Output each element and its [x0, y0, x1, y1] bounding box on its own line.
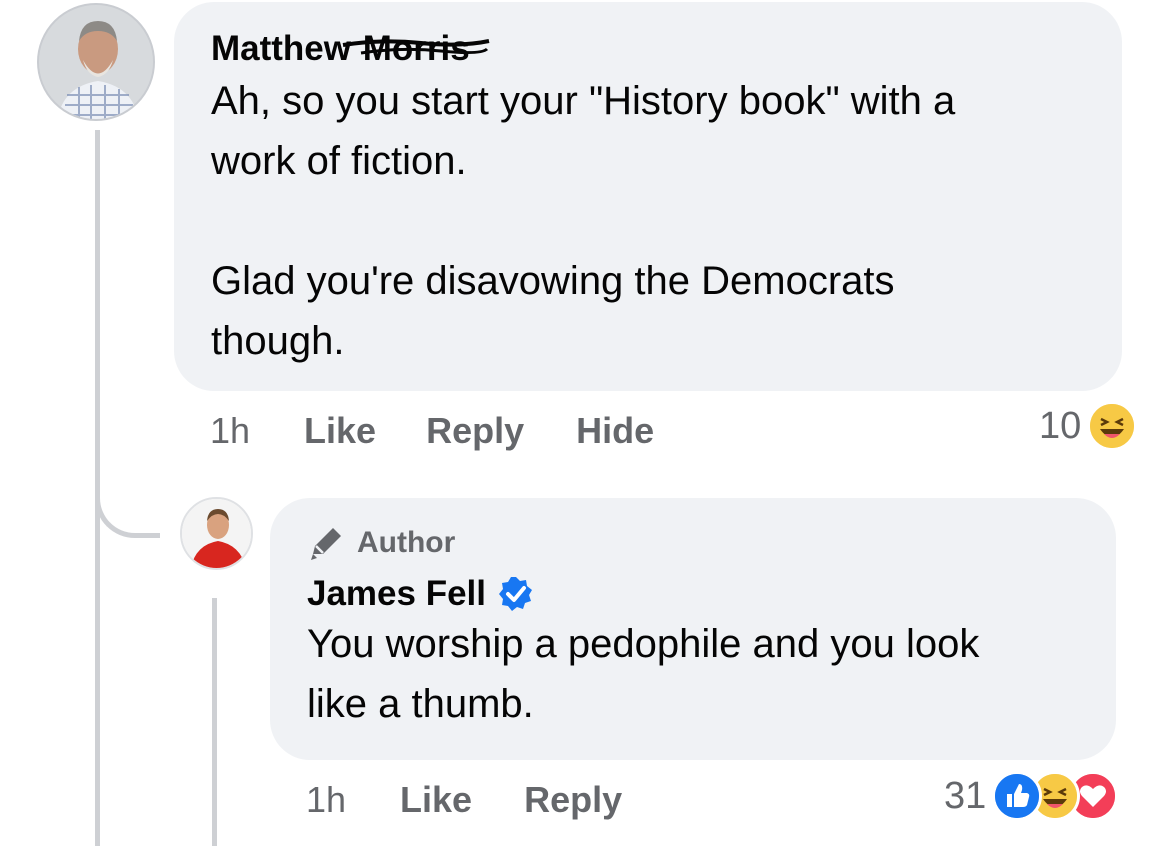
author-name[interactable]: James Fell [307, 574, 486, 614]
avatar[interactable] [180, 497, 253, 570]
reply-button[interactable]: Reply [524, 779, 622, 821]
author-badge: Author [307, 524, 1116, 562]
comment-bubble[interactable]: Matthew Morris Ah, so you start your "Hi… [174, 2, 1122, 391]
like-button[interactable]: Like [304, 410, 376, 452]
thread-line-reply [212, 598, 217, 846]
thread-line-branch [95, 475, 160, 538]
reply-timestamp[interactable]: 1h [306, 779, 346, 821]
reply-bubble[interactable]: Author James Fell You worship a pedophil… [270, 498, 1116, 760]
reaction-count: 10 [1039, 404, 1082, 447]
reaction-summary[interactable]: 31 [944, 771, 1119, 821]
comment-timestamp[interactable]: 1h [210, 410, 250, 452]
like-icon [992, 771, 1043, 821]
hide-button[interactable]: Hide [576, 410, 654, 452]
redaction-scribble [342, 39, 490, 55]
reply-author[interactable]: James Fell [307, 574, 1116, 614]
reaction-count: 31 [944, 774, 987, 817]
author-badge-label: Author [357, 526, 456, 559]
author-first-name[interactable]: Matthew [211, 29, 351, 68]
avatar[interactable] [37, 3, 155, 121]
verified-badge-icon [499, 577, 532, 611]
like-button[interactable]: Like [400, 779, 472, 821]
comment-text: Ah, so you start your "History book" wit… [211, 79, 956, 363]
reply-actions: 1h Like Reply [306, 776, 622, 824]
reply-text: You worship a pedophile and you look lik… [307, 622, 980, 726]
comment-author[interactable]: Matthew Morris [211, 29, 490, 69]
redacted-last-name: Morris [342, 29, 490, 68]
profile-photo-matthew [39, 5, 153, 119]
pencil-icon [311, 528, 341, 560]
reaction-summary[interactable]: 10 [1039, 401, 1138, 451]
haha-icon [1087, 401, 1138, 451]
comment-actions: 1h Like Reply Hide [210, 407, 654, 455]
profile-photo-james [182, 499, 251, 568]
reply-button[interactable]: Reply [426, 410, 524, 452]
